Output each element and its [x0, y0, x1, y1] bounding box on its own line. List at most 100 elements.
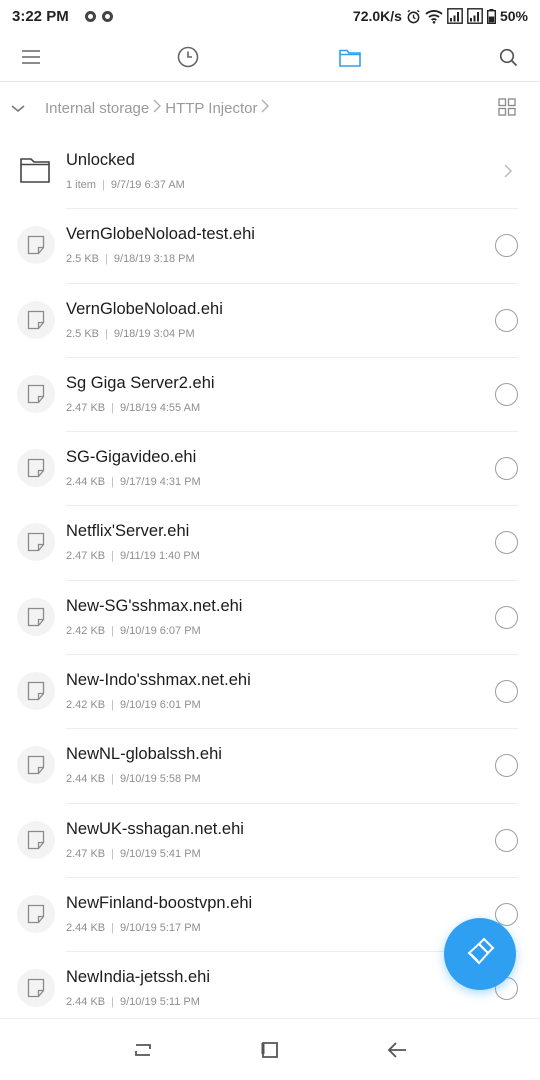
select-radio[interactable] [495, 828, 518, 852]
file-icon [17, 894, 55, 933]
breadcrumb: Internal storage HTTP Injector [0, 82, 540, 134]
file-size: 2.44 KB [66, 476, 106, 489]
file-size: 2.5 KB [66, 253, 100, 266]
battery-icon [486, 8, 496, 24]
recent-clock-icon[interactable] [171, 40, 205, 74]
folder-name: Unlocked [66, 151, 135, 169]
grid-view-icon[interactable] [498, 98, 516, 116]
chevron-right-icon [260, 99, 270, 117]
list-item-file[interactable]: Sg Giga Server2.ehi 2.47 KB | 9/18/19 4:55 … [0, 356, 540, 431]
home-nav-icon[interactable] [257, 1037, 283, 1063]
folder-count: 1 item [66, 179, 96, 191]
file-date: 9/10/19 6:01 PM [120, 699, 201, 712]
file-name: New-Indo'sshmax.net.ehi [66, 671, 251, 690]
file-icon [17, 820, 55, 859]
net-speed: 72.0K/s [352, 8, 402, 24]
breadcrumb-path: Internal storage HTTP Injector [45, 99, 273, 117]
search-icon[interactable] [491, 40, 525, 74]
file-icon [17, 597, 55, 636]
breadcrumb-segment[interactable]: Internal storage [45, 100, 149, 117]
file-meta: 2.42 KB | 9/10/19 6:01 PM [66, 699, 201, 712]
file-date: 9/10/19 5:58 PM [120, 773, 201, 786]
recents-nav-icon[interactable] [130, 1037, 156, 1063]
file-name: New-SG'sshmax.net.ehi [66, 596, 243, 615]
list-item-file[interactable]: NewNL-globalssh.ehi 2.44 KB | 9/10/19 5:58 … [0, 728, 540, 802]
file-list: Unlocked 1 item | 9/7/19 6:37 AM VernGlobe… [0, 134, 540, 1018]
chevron-down-icon[interactable] [8, 98, 28, 118]
file-meta: 2.47 KB | 9/11/19 1:40 PM [66, 550, 200, 563]
file-meta: 2.44 KB | 9/17/19 4:31 PM [66, 476, 201, 489]
alarm-icon [406, 9, 421, 24]
file-name: Netflix'Server.ehi [66, 522, 190, 541]
select-radio[interactable] [495, 457, 518, 481]
file-size: 2.47 KB [66, 847, 106, 860]
file-date: 9/18/19 3:04 PM [113, 327, 195, 340]
file-meta: 2.47 KB | 9/10/19 5:41 PM [66, 847, 201, 860]
list-item-file[interactable]: Netflix'Server.ehi 2.47 KB | 9/11/19 1:40 P… [0, 505, 540, 579]
file-size: 2.5 KB [66, 327, 100, 340]
file-meta: 2.5 KB | 9/18/19 3:18 PM [66, 253, 195, 266]
file-meta: 2.47 KB | 9/18/19 4:55 AM [66, 401, 201, 414]
file-meta: 2.44 KB | 9/10/19 5:11 PM [66, 996, 200, 1009]
select-radio[interactable] [495, 531, 518, 555]
file-name: VernGlobeNoload.ehi [66, 299, 223, 318]
file-meta: 2.5 KB | 9/18/19 3:04 PM [66, 327, 195, 340]
notification-icon [84, 10, 96, 22]
file-icon [17, 672, 55, 711]
folder-outline-icon [20, 156, 50, 188]
status-bar: 3:22 PM 72.0K/s 50% [0, 0, 540, 32]
file-name: NewFinland-boostvpn.ehi [66, 893, 253, 912]
list-item-file[interactable]: VernGlobeNoload-test.ehi 2.5 KB | 9/18/19 3… [0, 208, 540, 282]
file-name: NewUK-sshagan.net.ehi [66, 819, 244, 838]
file-meta: 2.44 KB | 9/10/19 5:58 PM [66, 773, 201, 786]
file-icon [17, 969, 55, 1008]
file-date: 9/18/19 3:18 PM [113, 253, 195, 266]
select-radio[interactable] [495, 754, 518, 778]
file-meta: 2.44 KB | 9/10/19 5:17 PM [66, 921, 201, 934]
folder-icon[interactable] [333, 40, 367, 74]
file-icon [17, 449, 55, 488]
notification-icon [101, 10, 113, 22]
file-icon [17, 374, 55, 413]
select-radio[interactable] [495, 382, 518, 406]
select-radio[interactable] [495, 680, 518, 704]
list-item-file[interactable]: SG-Gigavideo.ehi 2.44 KB | 9/17/19 4:31 PM [0, 431, 540, 505]
folder-meta: 1 item | 9/7/19 6:37 AM [66, 179, 185, 191]
file-icon [17, 300, 55, 339]
chevron-right-icon [152, 99, 162, 117]
status-time: 3:22 PM [12, 7, 69, 25]
file-name: Sg Giga Server2.ehi [66, 373, 215, 392]
file-size: 2.47 KB [66, 401, 106, 414]
list-item-file[interactable]: New-Indo'sshmax.net.ehi 2.42 KB | 9/10/19 6… [0, 654, 540, 728]
list-item-folder[interactable]: Unlocked 1 item | 9/7/19 6:37 AM [0, 134, 540, 208]
status-right: 72.0K/s 50% [353, 8, 528, 24]
file-size: 2.42 KB [66, 624, 106, 637]
list-item-file[interactable]: New-SG'sshmax.net.ehi 2.42 KB | 9/10/19 6:0… [0, 579, 540, 654]
list-item-file[interactable]: VernGlobeNoload.ehi 2.5 KB | 9/18/19 3:04 P… [0, 282, 540, 357]
clean-brush-button[interactable] [444, 918, 516, 990]
file-icon [17, 226, 55, 265]
folder-date: 9/7/19 6:37 AM [110, 179, 185, 191]
file-size: 2.44 KB [66, 773, 106, 786]
list-item-file[interactable]: NewUK-sshagan.net.ehi 2.47 KB | 9/10/19 5:4… [0, 802, 540, 877]
breadcrumb-segment[interactable]: HTTP Injector [165, 100, 257, 117]
back-nav-icon[interactable] [384, 1037, 410, 1063]
file-size: 2.44 KB [66, 996, 106, 1009]
navigation-bar [0, 1018, 540, 1080]
file-size: 2.47 KB [66, 550, 106, 563]
select-radio[interactable] [495, 605, 518, 629]
chevron-right-icon [502, 163, 514, 179]
file-icon [17, 523, 55, 562]
menu-icon[interactable] [14, 40, 48, 74]
select-radio[interactable] [495, 308, 518, 332]
file-name: NewNL-globalssh.ehi [66, 745, 222, 764]
file-date: 9/10/19 6:07 PM [120, 624, 201, 637]
wifi-icon [425, 9, 443, 24]
select-radio[interactable] [495, 234, 518, 258]
file-name: SG-Gigavideo.ehi [66, 448, 197, 467]
file-date: 9/11/19 1:40 PM [120, 550, 200, 563]
notification-area [84, 10, 113, 22]
file-meta: 2.42 KB | 9/10/19 6:07 PM [66, 624, 201, 637]
file-date: 9/17/19 4:31 PM [120, 476, 201, 489]
file-date: 9/10/19 5:41 PM [120, 847, 201, 860]
